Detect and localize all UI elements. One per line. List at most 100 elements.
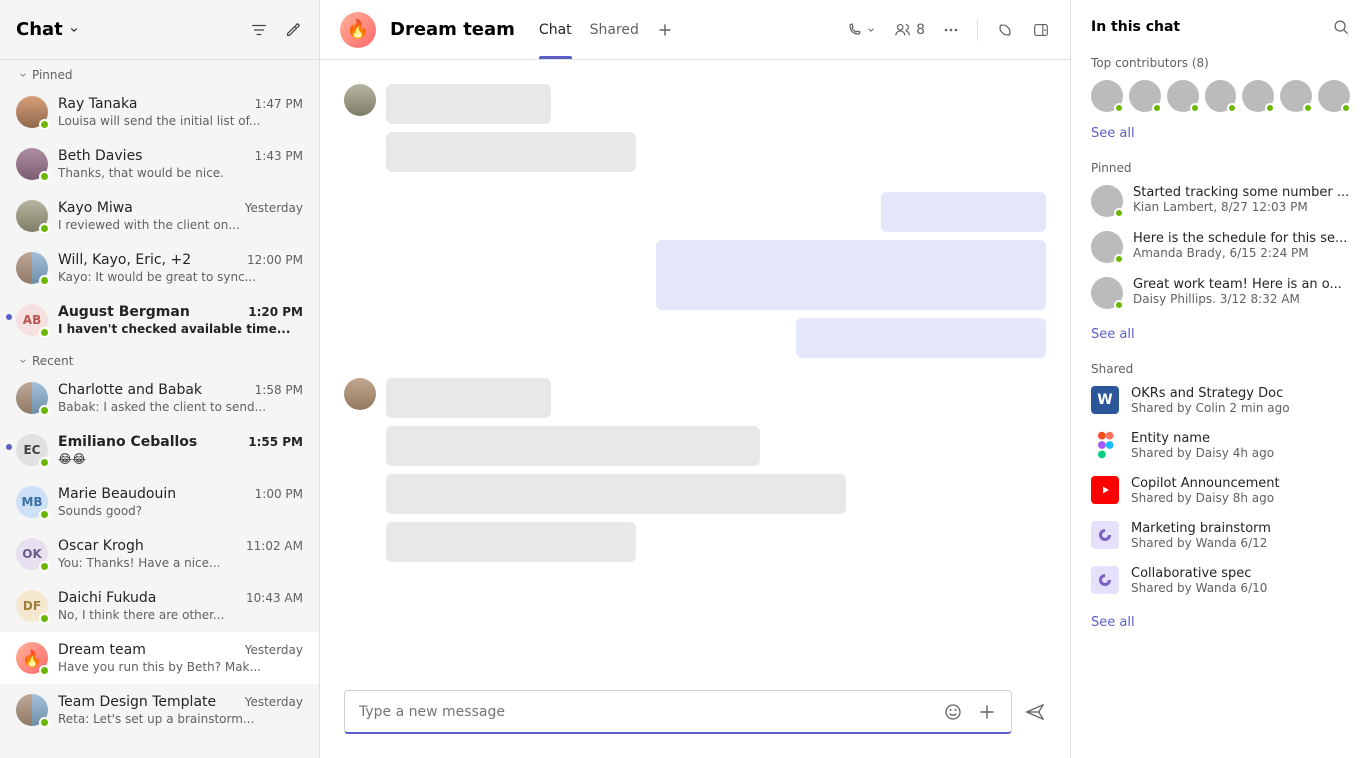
filter-button[interactable]: [249, 20, 269, 40]
chat-list-item[interactable]: ABAugust Bergman1:20 PMI haven't checked…: [0, 294, 319, 346]
loop-icon: [1091, 566, 1119, 594]
see-all-pinned[interactable]: See all: [1091, 327, 1135, 342]
chat-list-item[interactable]: MBMarie Beaudouin1:00 PMSounds good?: [0, 476, 319, 528]
chat-list-item[interactable]: Charlotte and Babak1:58 PMBabak: I asked…: [0, 372, 319, 424]
pinned-message[interactable]: Started tracking some number ...Kian Lam…: [1091, 185, 1350, 217]
chat-list-item[interactable]: ECEmiliano Ceballos1:55 PM😂😂: [0, 424, 319, 476]
shared-file[interactable]: Marketing brainstormShared by Wanda 6/12: [1091, 521, 1350, 550]
chat-item-preview: Reta: Let's set up a brainstorm...: [58, 712, 303, 726]
shared-file[interactable]: Entity nameShared by Daisy 4h ago: [1091, 431, 1350, 460]
chat-item-name: Kayo Miwa: [58, 200, 133, 216]
message-bubble[interactable]: [796, 318, 1046, 358]
avatar: [16, 382, 48, 414]
chat-item-preview: Louisa will send the initial list of...: [58, 114, 303, 128]
shared-meta: Shared by Colin 2 min ago: [1131, 401, 1290, 415]
emoji-button[interactable]: [943, 702, 963, 722]
message-bubble[interactable]: [386, 522, 636, 562]
chat-dropdown[interactable]: Chat: [16, 19, 79, 40]
shared-file[interactable]: Collaborative specShared by Wanda 6/10: [1091, 566, 1350, 595]
pinned-section-header[interactable]: Pinned: [0, 60, 319, 86]
message-bubble[interactable]: [656, 240, 1046, 310]
chat-item-time: 1:00 PM: [255, 487, 303, 501]
avatar[interactable]: [1280, 80, 1312, 112]
avatar: EC: [16, 434, 48, 466]
more-options-button[interactable]: [943, 22, 959, 38]
shared-title: OKRs and Strategy Doc: [1131, 386, 1290, 401]
chat-list-item[interactable]: OKOscar Krogh11:02 AMYou: Thanks! Have a…: [0, 528, 319, 580]
chat-item-time: Yesterday: [245, 201, 303, 215]
avatar[interactable]: [1205, 80, 1237, 112]
avatar[interactable]: [1242, 80, 1274, 112]
avatar: [16, 200, 48, 232]
chat-list-item[interactable]: Ray Tanaka1:47 PMLouisa will send the in…: [0, 86, 319, 138]
chat-item-preview: Kayo: It would be great to sync...: [58, 270, 303, 284]
chat-list-item[interactable]: DFDaichi Fukuda10:43 AMNo, I think there…: [0, 580, 319, 632]
panel-toggle-button[interactable]: [1032, 21, 1050, 39]
avatar[interactable]: [1167, 80, 1199, 112]
shared-file[interactable]: WOKRs and Strategy DocShared by Colin 2 …: [1091, 386, 1350, 415]
add-tab-button[interactable]: [657, 22, 673, 38]
tab-chat[interactable]: Chat: [539, 0, 572, 59]
chat-item-name: Will, Kayo, Eric, +2: [58, 252, 191, 268]
message-avatar: [344, 84, 376, 116]
message-avatar: [344, 378, 376, 410]
message-bubble[interactable]: [881, 192, 1046, 232]
avatar[interactable]: [1091, 80, 1123, 112]
send-button[interactable]: [1024, 701, 1046, 723]
chat-list-item[interactable]: Kayo MiwaYesterdayI reviewed with the cl…: [0, 190, 319, 242]
message-input[interactable]: [359, 704, 931, 720]
chat-list-item[interactable]: Team Design TemplateYesterdayReta: Let's…: [0, 684, 319, 736]
section-label-text: Recent: [32, 354, 73, 368]
message-bubble[interactable]: [386, 132, 636, 172]
participants-count: 8: [916, 22, 925, 38]
message-bubble[interactable]: [386, 426, 760, 466]
see-all-contributors[interactable]: See all: [1091, 126, 1135, 141]
see-all-shared[interactable]: See all: [1091, 615, 1135, 630]
shared-meta: Shared by Daisy 4h ago: [1131, 446, 1274, 460]
attach-button[interactable]: [977, 702, 997, 722]
avatar: [16, 252, 48, 284]
tab-shared[interactable]: Shared: [590, 0, 639, 59]
shared-title: Marketing brainstorm: [1131, 521, 1271, 536]
chat-item-name: Beth Davies: [58, 148, 142, 164]
chat-title: Dream team: [390, 19, 515, 40]
message-bubble[interactable]: [386, 378, 551, 418]
copilot-button[interactable]: [996, 21, 1014, 39]
chat-avatar: 🔥: [340, 12, 376, 48]
panel-search-button[interactable]: [1332, 18, 1350, 36]
message-bubble[interactable]: [386, 474, 846, 514]
chat-item-preview: Sounds good?: [58, 504, 303, 518]
send-icon: [1024, 701, 1046, 723]
new-chat-button[interactable]: [283, 20, 303, 40]
chat-list-item[interactable]: Beth Davies 1:43 PM Thanks, that would be …: [0, 138, 319, 190]
panel-title: Chat: [16, 19, 63, 40]
chat-list-item[interactable]: 🔥Dream teamYesterdayHave you run this by…: [0, 632, 319, 684]
chat-item-time: 1:43 PM: [255, 149, 303, 163]
loop-icon: [1091, 521, 1119, 549]
chat-item-time: 12:00 PM: [247, 253, 303, 267]
participants-button[interactable]: 8: [894, 21, 925, 39]
chat-list-item[interactable]: Will, Kayo, Eric, +2 12:00 PM Kayo: It wou…: [0, 242, 319, 294]
pinned-title: Great work team! Here is an o...: [1133, 277, 1350, 292]
avatar: MB: [16, 486, 48, 518]
shared-file[interactable]: Copilot AnnouncementShared by Daisy 8h a…: [1091, 476, 1350, 505]
call-button[interactable]: [846, 22, 876, 38]
compose-field[interactable]: [344, 690, 1012, 734]
shared-title: Copilot Announcement: [1131, 476, 1280, 491]
unread-indicator: [6, 314, 12, 320]
message-bubble[interactable]: [386, 84, 551, 124]
recent-section-header[interactable]: Recent: [0, 346, 319, 372]
avatar[interactable]: [1318, 80, 1350, 112]
pinned-message[interactable]: Here is the schedule for this se...Amand…: [1091, 231, 1350, 263]
chat-item-time: 1:58 PM: [255, 383, 303, 397]
avatar: [1091, 277, 1123, 309]
pinned-meta: Kian Lambert, 8/27 12:03 PM: [1133, 200, 1350, 214]
avatar[interactable]: [1129, 80, 1161, 112]
pinned-message[interactable]: Great work team! Here is an o...Daisy Ph…: [1091, 277, 1350, 309]
plus-icon: [657, 22, 673, 38]
chat-item-preview: Thanks, that would be nice.: [58, 166, 303, 180]
chat-item-name: Ray Tanaka: [58, 96, 137, 112]
chat-item-preview: I haven't checked available time...: [58, 322, 303, 336]
pinned-label: Pinned: [1091, 161, 1350, 175]
chat-item-time: Yesterday: [245, 695, 303, 709]
